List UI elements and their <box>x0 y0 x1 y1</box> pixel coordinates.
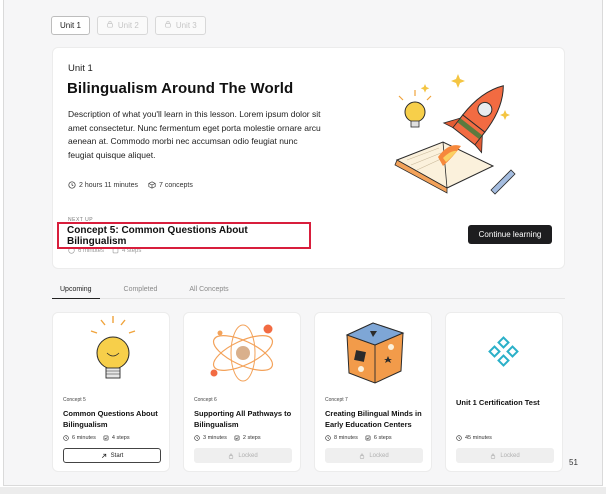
minutes-meta: 45 minutes <box>456 435 492 441</box>
unit-tab-label: Unit 2 <box>117 21 139 30</box>
steps-text: 6 steps <box>373 435 392 441</box>
duration-meta: 2 hours 11 minutes <box>68 181 138 189</box>
diamond-pattern-icon <box>446 313 564 385</box>
concept-card-6[interactable]: Concept 6 Supporting All Pathways to Bil… <box>183 312 301 472</box>
concept-meta: 45 minutes <box>456 435 492 441</box>
concept-tabs: Upcoming Completed All Concepts <box>52 285 565 299</box>
lightbulb-illustration <box>53 313 171 385</box>
lock-icon <box>490 453 496 459</box>
steps-meta: 2 steps <box>234 435 261 441</box>
continue-learning-button[interactable]: Continue learning <box>468 225 552 244</box>
unit-label: Unit 1 <box>68 63 93 74</box>
minutes-text: 8 minutes <box>334 435 358 441</box>
checklist-icon <box>234 435 240 441</box>
concept-title: Supporting All Pathways to Bilingualism <box>194 409 292 429</box>
concept-number: Concept 7 <box>325 397 348 403</box>
unit-tab-label: Unit 1 <box>60 21 81 30</box>
bottom-strip <box>0 487 606 494</box>
steps-meta: 4 steps <box>103 435 130 441</box>
locked-button[interactable]: Locked <box>325 448 423 463</box>
unit-tab-3[interactable]: Unit 3 <box>154 16 206 35</box>
concept-meta: 3 minutes 2 steps <box>194 435 261 441</box>
certification-title: Unit 1 Certification Test <box>456 398 540 407</box>
minutes-meta: 3 minutes <box>194 435 227 441</box>
minutes-text: 6 minutes <box>72 435 96 441</box>
concept-card-7[interactable]: Concept 7 Creating Bilingual Minds in Ea… <box>314 312 432 472</box>
clock-icon <box>456 435 462 441</box>
tab-upcoming[interactable]: Upcoming <box>52 285 100 299</box>
concept-number: Concept 6 <box>194 397 217 403</box>
start-button[interactable]: Start <box>63 448 161 463</box>
clock-icon <box>63 435 69 441</box>
lock-icon <box>106 17 114 34</box>
duration-text: 2 hours 11 minutes <box>79 181 139 189</box>
locked-label: Locked <box>369 452 389 459</box>
next-concept-highlight[interactable]: Concept 5: Common Questions About Biling… <box>57 222 311 249</box>
app-frame: Unit 1 Unit 2 Unit 3 Unit 1 Bilingualism… <box>3 0 603 486</box>
unit-meta: 2 hours 11 minutes 7 concepts <box>68 181 193 189</box>
unit-tab-label: Unit 3 <box>175 21 197 30</box>
locked-label: Locked <box>238 452 258 459</box>
tab-all-concepts[interactable]: All Concepts <box>181 285 236 299</box>
concept-title: Creating Bilingual Minds in Early Educat… <box>325 409 422 429</box>
locked-label: Locked <box>500 452 520 459</box>
cube-icon <box>148 181 156 189</box>
steps-text: 4 steps <box>111 435 130 441</box>
locked-button[interactable]: Locked <box>456 448 554 463</box>
certification-test-card[interactable]: Unit 1 Certification Test 45 minutes Loc… <box>445 312 563 472</box>
clock-icon <box>194 435 200 441</box>
minutes-text: 45 minutes <box>465 435 492 441</box>
concept-card-5[interactable]: Concept 5 Common Questions About Bilingu… <box>52 312 170 472</box>
unit-overview-card: Unit 1 Bilingualism Around The World Des… <box>52 47 565 269</box>
unit-tab-2[interactable]: Unit 2 <box>96 16 148 35</box>
lock-icon <box>359 453 365 459</box>
checklist-icon <box>103 435 109 441</box>
checklist-icon <box>365 435 371 441</box>
unit-tabs: Unit 1 Unit 2 Unit 3 <box>51 16 206 35</box>
minutes-text: 3 minutes <box>203 435 227 441</box>
atom-illustration <box>184 313 302 385</box>
concepts-meta: 7 concepts <box>148 181 193 189</box>
tab-completed[interactable]: Completed <box>116 285 166 299</box>
unit-description: Description of what you'll learn in this… <box>68 109 321 160</box>
clock-icon <box>68 181 76 189</box>
unit-title: Bilingualism Around The World <box>67 80 294 97</box>
concept-meta: 8 minutes 6 steps <box>325 435 392 441</box>
steps-text: 2 steps <box>242 435 261 441</box>
concept-title: Common Questions About Bilingualism <box>63 409 158 429</box>
unit-tab-1[interactable]: Unit 1 <box>51 16 90 35</box>
clock-icon <box>325 435 331 441</box>
steps-meta: 6 steps <box>365 435 392 441</box>
locked-button[interactable]: Locked <box>194 448 292 463</box>
concepts-text: 7 concepts <box>159 181 193 189</box>
rocket-book-illustration <box>383 62 518 202</box>
concept-number: Concept 5 <box>63 397 86 403</box>
page-number: 51 <box>569 458 578 467</box>
start-label: Start <box>110 452 124 459</box>
lock-icon <box>164 17 172 34</box>
next-concept-title: Concept 5: Common Questions About Biling… <box>67 224 248 247</box>
arrow-up-right-icon <box>101 453 107 459</box>
shape-sorter-illustration <box>315 313 433 385</box>
minutes-meta: 6 minutes <box>63 435 96 441</box>
lock-icon <box>228 453 234 459</box>
concept-meta: 6 minutes 4 steps <box>63 435 130 441</box>
minutes-meta: 8 minutes <box>325 435 358 441</box>
